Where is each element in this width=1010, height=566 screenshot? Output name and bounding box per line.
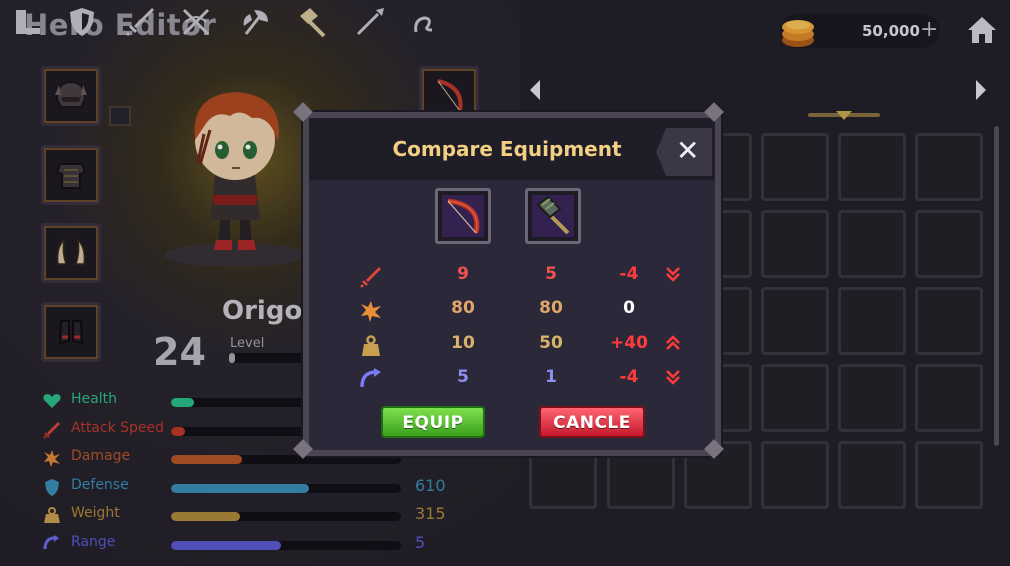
difference-value: +40 — [610, 332, 648, 353]
tab-scroll-left-icon[interactable] — [530, 80, 540, 100]
difference-value: -4 — [619, 264, 639, 284]
current-value: 80 — [451, 298, 475, 319]
tab-scroll-right-icon[interactable] — [976, 80, 986, 100]
cancel-button[interactable]: CANCLE — [539, 406, 645, 438]
equip-button[interactable]: EQUIP — [381, 406, 485, 438]
current-value: 10 — [451, 332, 475, 353]
burst-icon — [361, 301, 381, 323]
decrease-arrow-icon — [666, 267, 680, 282]
sword-icon — [360, 267, 381, 288]
difference-value: -4 — [619, 367, 639, 388]
current-value: 5 — [457, 367, 469, 388]
new-value: 5 — [545, 264, 557, 284]
compare-equipment-dialog: Compare Equipment ✕ 9 5 -4 80 80 0 10 50 +40 5 1 -4… — [293, 102, 724, 459]
increase-arrow-icon — [666, 335, 680, 350]
dialog-title: Compare Equipment — [392, 137, 622, 161]
current-item-slot — [435, 188, 491, 244]
new-value: 1 — [545, 367, 557, 388]
comparison-row: 10 50 +40 — [309, 331, 715, 359]
comparison-row: 80 80 0 — [309, 296, 715, 324]
comparison-row: 9 5 -4 — [309, 262, 715, 290]
close-icon: ✕ — [676, 134, 700, 167]
new-item-slot — [525, 188, 581, 244]
new-value: 80 — [539, 298, 563, 319]
range-icon — [360, 368, 381, 388]
bow-icon — [442, 195, 484, 237]
comparison-row: 5 1 -4 — [309, 365, 715, 393]
decrease-arrow-icon — [666, 370, 680, 385]
difference-value: 0 — [623, 298, 635, 319]
new-value: 50 — [539, 332, 563, 353]
close-button[interactable]: ✕ — [656, 128, 712, 176]
current-value: 9 — [457, 264, 469, 284]
hammer-icon — [532, 195, 574, 237]
weight-icon — [362, 335, 380, 356]
